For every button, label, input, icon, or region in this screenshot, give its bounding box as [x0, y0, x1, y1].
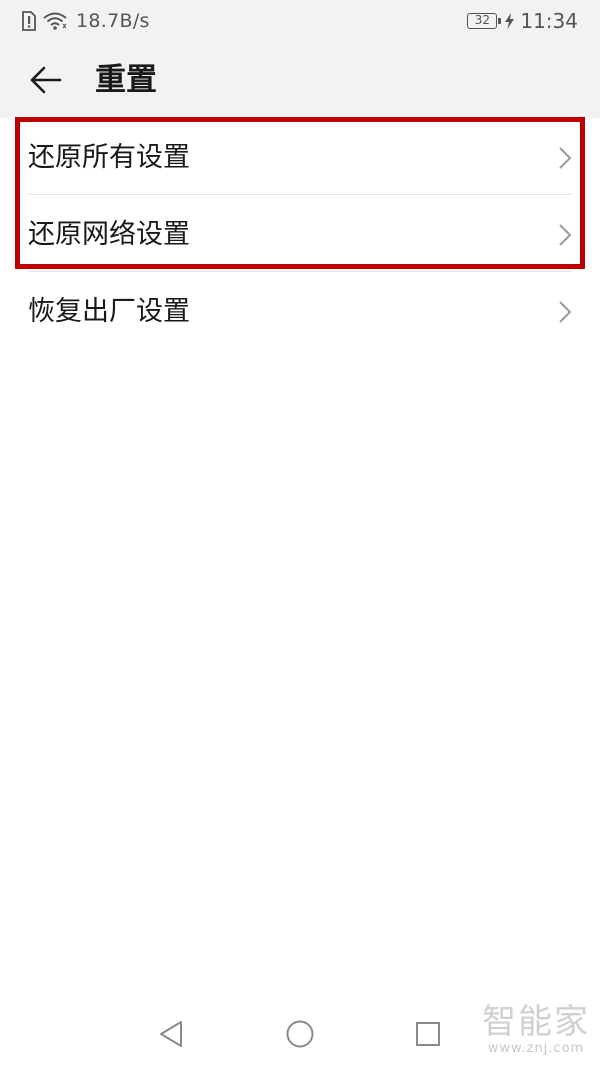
- list-item-label: 还原所有设置: [28, 142, 190, 173]
- watermark-name: 智能家: [482, 1002, 590, 1042]
- triangle-back-icon: [160, 1021, 182, 1047]
- chevron-right-icon: [559, 147, 572, 169]
- arrow-left-icon: [30, 66, 62, 94]
- charging-icon: [505, 13, 515, 29]
- nav-back-button[interactable]: [156, 1018, 188, 1050]
- chevron-right-icon: [559, 301, 572, 323]
- status-left: 18.7B/s: [22, 9, 150, 33]
- screen: 18.7B/s 32 11:34 重置 还原所有设置 还原网络设置 恢复出厂设置…: [0, 0, 600, 1066]
- back-button[interactable]: [26, 60, 66, 100]
- factory-reset-item[interactable]: 恢复出厂设置: [0, 272, 600, 349]
- list-item-label: 恢复出厂设置: [28, 296, 190, 327]
- nav-home-button[interactable]: [284, 1018, 316, 1050]
- sim-alert-icon: [22, 11, 36, 31]
- watermark: 智能家 www.znj.com: [482, 1003, 590, 1057]
- battery-icon: 32: [467, 13, 502, 29]
- network-speed: 18.7B/s: [76, 10, 150, 32]
- nav-recents-button[interactable]: [412, 1018, 444, 1050]
- wifi-icon: [43, 12, 67, 30]
- reset-network-settings-item[interactable]: 还原网络设置: [0, 195, 600, 272]
- status-right: 32 11:34: [467, 9, 578, 33]
- chevron-right-icon: [559, 224, 572, 246]
- app-header: 重置: [0, 42, 600, 118]
- list-item-label: 还原网络设置: [28, 219, 190, 250]
- status-bar: 18.7B/s 32 11:34: [0, 0, 600, 42]
- reset-all-settings-item[interactable]: 还原所有设置: [0, 118, 600, 195]
- reset-options-list: 还原所有设置 还原网络设置 恢复出厂设置: [0, 118, 600, 349]
- clock: 11:34: [520, 9, 578, 33]
- watermark-url: www.znj.com: [487, 1041, 585, 1056]
- battery-level: 32: [474, 13, 490, 27]
- circle-home-icon: [286, 1020, 314, 1048]
- square-recents-icon: [416, 1022, 440, 1046]
- page-title: 重置: [95, 62, 157, 98]
